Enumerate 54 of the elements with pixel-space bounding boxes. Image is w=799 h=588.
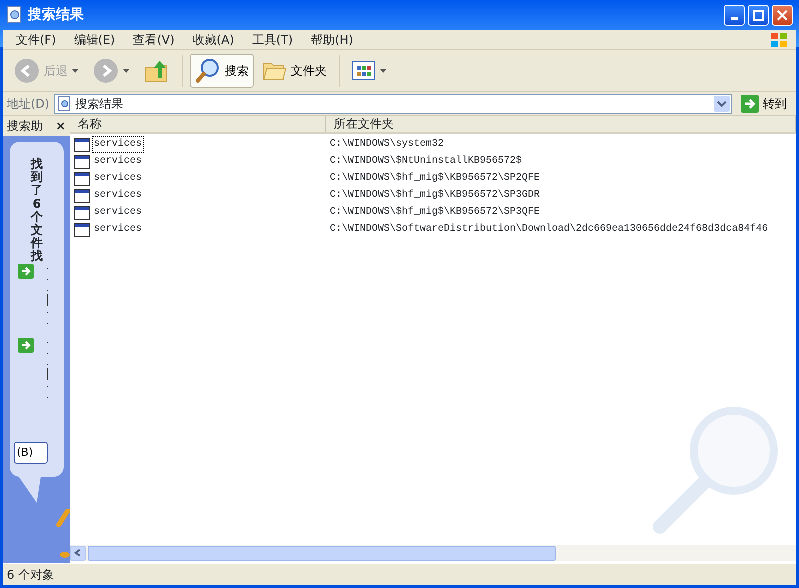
address-field[interactable]: 搜索结果 xyxy=(54,94,732,114)
scroll-left-button[interactable] xyxy=(70,546,86,560)
folders-button[interactable]: 文件夹 xyxy=(258,56,332,86)
file-name[interactable]: services xyxy=(92,187,144,204)
search-icon xyxy=(195,58,221,84)
search-button[interactable]: 搜索 xyxy=(190,54,254,88)
minimize-button[interactable] xyxy=(724,4,745,26)
status-text: 6 个对象 xyxy=(7,566,54,584)
close-pane-button[interactable]: × xyxy=(56,117,66,135)
search-results-icon xyxy=(7,6,23,24)
folder-path: C:\WINDOWS\$hf_mig$\KB956572\SP3QFE xyxy=(329,206,540,220)
window-file-icon xyxy=(74,206,90,220)
window-file-icon xyxy=(74,172,90,186)
maximize-button[interactable] xyxy=(748,4,769,26)
windows-logo-icon xyxy=(768,30,790,48)
caret-icon xyxy=(72,68,79,72)
folder-path: C:\WINDOWS\$hf_mig$\KB956572\SP2QFE xyxy=(329,172,540,186)
file-name[interactable]: services xyxy=(92,153,144,170)
menu-item[interactable]: 工具(T) xyxy=(243,30,302,48)
close-icon xyxy=(777,10,788,20)
window-file-icon xyxy=(74,188,90,202)
go-button[interactable]: 转到 xyxy=(736,94,792,114)
window-file-icon xyxy=(74,138,90,152)
window-file-icon xyxy=(74,222,90,236)
address-label: 地址(D) xyxy=(7,96,50,112)
folder-path: C:\WINDOWS\SoftwareDistribution\Download\2dc669ea130656dde24f68d3dca84f46 xyxy=(329,222,768,237)
close-button[interactable] xyxy=(772,4,793,26)
folder-path: C:\WINDOWS\system32 xyxy=(329,138,444,152)
file-name[interactable]: services xyxy=(92,204,144,221)
caret-icon xyxy=(380,68,387,72)
menu-item[interactable]: 文件(F) xyxy=(7,30,66,48)
column-header[interactable]: 名称 xyxy=(70,116,326,132)
menu-item[interactable]: 帮助(H) xyxy=(302,30,362,48)
caret-icon xyxy=(123,68,130,72)
paw-drawing xyxy=(56,509,70,559)
folder-path: C:\WINDOWS\$NtUninstallKB956572$ xyxy=(329,154,522,169)
search-results-icon xyxy=(58,96,72,112)
menu-item[interactable]: 编辑(E) xyxy=(65,30,124,48)
assistant-button[interactable]: (B) xyxy=(14,442,48,464)
window-file-icon xyxy=(74,154,90,168)
file-name[interactable]: services xyxy=(92,170,144,187)
maximize-icon xyxy=(753,10,764,20)
menu-item[interactable]: 收藏(A) xyxy=(184,30,244,48)
scrollbar-thumb[interactable] xyxy=(88,546,556,560)
pane-title: 搜索助 xyxy=(7,118,43,135)
column-header[interactable]: 所在文件夹 xyxy=(326,116,796,132)
views-grid-icon xyxy=(352,60,376,80)
file-name[interactable]: services xyxy=(92,136,144,153)
menu-item[interactable]: 查看(V) xyxy=(124,30,184,48)
file-name[interactable]: services xyxy=(92,221,144,238)
window-title: 搜索结果 xyxy=(28,6,84,24)
minimize-icon xyxy=(731,17,738,20)
folder-path: C:\WINDOWS\$hf_mig$\KB956572\SP3GDR xyxy=(329,188,540,203)
found-files-message: 找到了6个文件找 xyxy=(31,158,43,264)
